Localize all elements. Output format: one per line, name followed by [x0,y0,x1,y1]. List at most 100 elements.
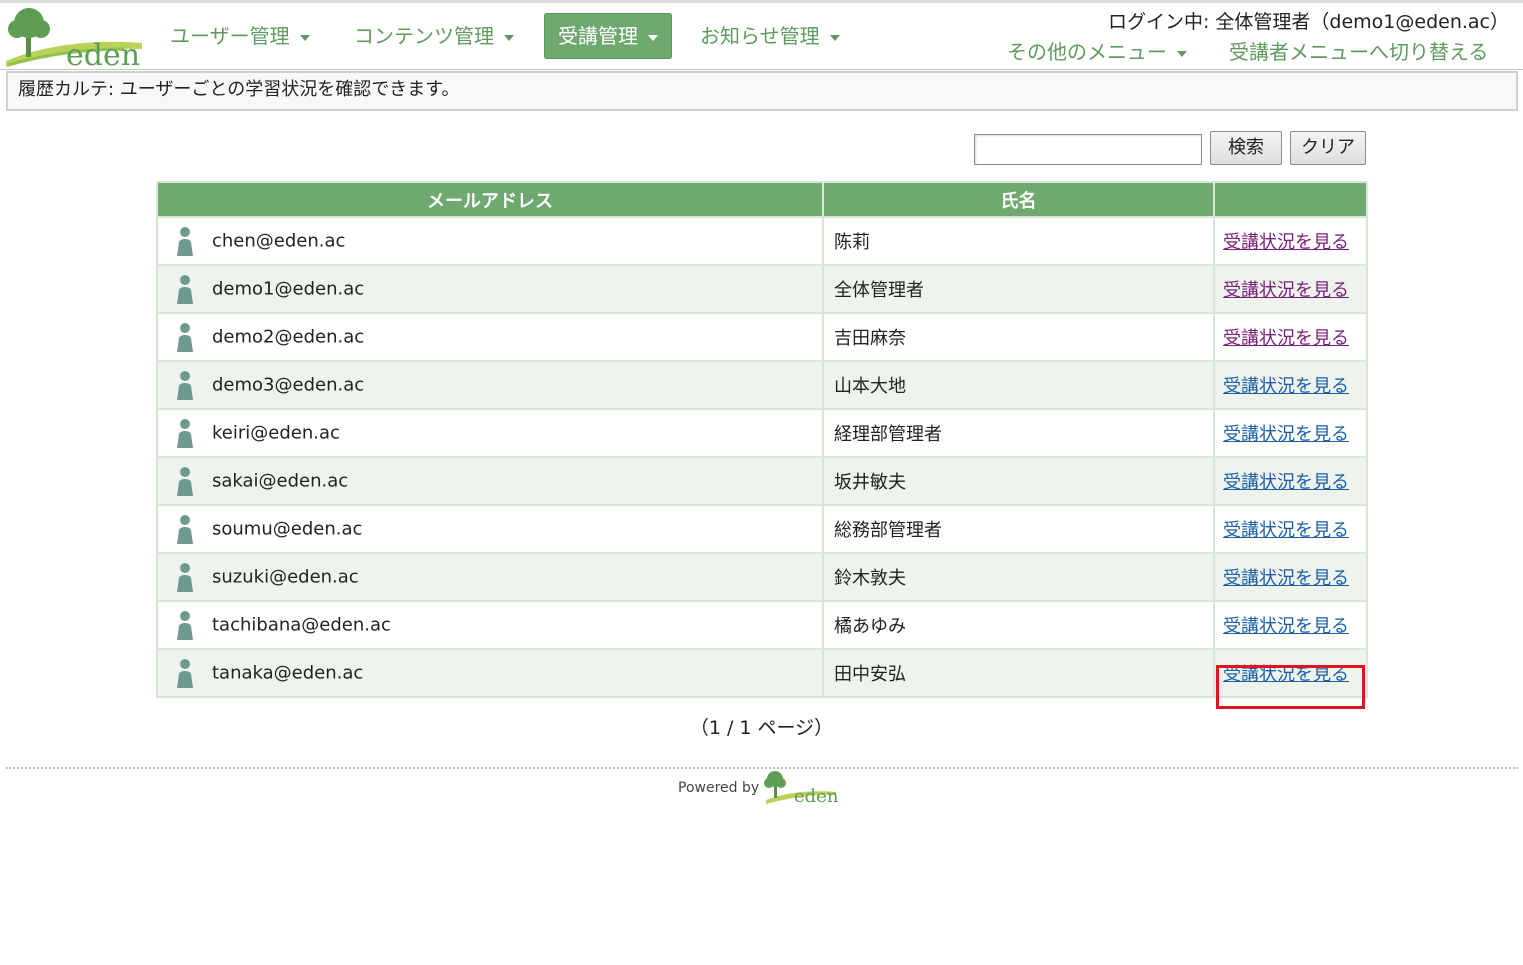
caret-down-icon [829,34,840,41]
name-cell: 山本大地 [822,360,1215,410]
table-row: chen@eden.ac 陈莉 受講状況を見る [156,216,1368,266]
name-cell: 全体管理者 [822,264,1215,314]
view-status-link[interactable]: 受講状況を見る [1223,376,1349,397]
search-input[interactable] [974,134,1202,165]
email-text: sakai@eden.ac [212,470,349,492]
email-text: suzuki@eden.ac [212,566,359,588]
email-text: keiri@eden.ac [212,422,340,444]
email-text: chen@eden.ac [212,230,346,252]
email-text: demo3@eden.ac [212,374,365,396]
powered-by-text: Powered by [678,780,760,796]
info-bar: 履歴カルテ: ユーザーごとの学習状況を確認できます。 [6,71,1518,111]
view-status-link[interactable]: 受講状況を見る [1223,568,1349,589]
email-cell: suzuki@eden.ac [156,552,824,602]
table-row: tachibana@eden.ac 橘あゆみ 受講状況を見る [156,600,1368,650]
clear-button[interactable]: クリア [1290,131,1366,165]
email-text: tachibana@eden.ac [212,614,391,636]
email-cell: keiri@eden.ac [156,408,824,458]
name-cell: 橘あゆみ [822,600,1215,650]
header: eden ユーザー管理 コンテンツ管理 受講管理 お知らせ管理 ログイン中: 全… [0,3,1523,73]
nav-user-management[interactable]: ユーザー管理 [170,13,310,59]
name-cell: 総務部管理者 [822,504,1215,554]
search-button[interactable]: 検索 [1210,131,1282,165]
eden-small-logo-icon: eden [764,771,838,806]
action-cell: 受講状況を見る [1213,408,1368,458]
nav-course-management[interactable]: 受講管理 [544,13,672,59]
view-status-link[interactable]: 受講状況を見る [1223,472,1349,493]
email-cell: soumu@eden.ac [156,504,824,554]
name-cell: 吉田麻奈 [822,312,1215,362]
nav-notice-management[interactable]: お知らせ管理 [700,13,840,59]
table-header-row: メールアドレス 氏名 [156,181,1368,218]
action-cell: 受講状況を見る [1213,504,1368,554]
tree-logo-icon: eden [6,8,142,73]
action-cell: 受講状況を見る [1213,216,1368,266]
view-status-link[interactable]: 受講状況を見る [1223,232,1349,253]
footer-divider [6,767,1518,769]
email-cell: demo3@eden.ac [156,360,824,410]
caret-down-icon [648,34,658,41]
email-text: demo2@eden.ac [212,326,365,348]
table-row: demo1@eden.ac 全体管理者 受講状況を見る [156,264,1368,314]
action-cell: 受講状況を見る [1213,312,1368,362]
caret-down-icon [1177,50,1187,57]
view-status-link[interactable]: 受講状況を見る [1223,424,1349,445]
person-icon [177,275,193,304]
view-status-link[interactable]: 受講状況を見る [1223,280,1349,301]
email-text: soumu@eden.ac [212,518,363,540]
email-cell: tachibana@eden.ac [156,600,824,650]
nav-label: お知らせ管理 [700,24,820,48]
powered-by-eden: Powered by eden [678,770,838,806]
person-icon [177,515,193,544]
person-icon [177,323,193,352]
table-row: demo2@eden.ac 吉田麻奈 受講状況を見る [156,312,1368,362]
eden-logo[interactable]: eden [4,5,144,73]
email-cell: tanaka@eden.ac [156,648,824,698]
other-menu[interactable]: その他のメニュー [1007,36,1187,65]
header-divider [0,69,1523,70]
name-cell: 陈莉 [822,216,1215,266]
name-cell: 鈴木敦夫 [822,552,1215,602]
action-cell: 受講状況を見る [1213,360,1368,410]
column-header-action [1213,181,1368,218]
table-row: keiri@eden.ac 経理部管理者 受講状況を見る [156,408,1368,458]
view-status-link[interactable]: 受講状況を見る [1223,520,1349,541]
pager: （1 / 1 ページ） [689,717,834,739]
nav-label: 受講管理 [558,24,638,48]
other-menu-label: その他のメニュー [1007,40,1167,64]
svg-text:eden: eden [794,786,838,806]
table-row: soumu@eden.ac 総務部管理者 受講状況を見る [156,504,1368,554]
svg-text:eden: eden [66,38,140,69]
action-cell: 受講状況を見る [1213,456,1368,506]
name-cell: 田中安弘 [822,648,1215,698]
action-cell: 受講状況を見る [1213,648,1368,698]
email-text: tanaka@eden.ac [212,662,364,684]
person-icon [177,611,193,640]
column-header-name[interactable]: 氏名 [822,181,1215,218]
person-icon [177,659,193,688]
name-cell: 経理部管理者 [822,408,1215,458]
column-header-email[interactable]: メールアドレス [156,181,824,218]
email-text: demo1@eden.ac [212,278,365,300]
nav-content-management[interactable]: コンテンツ管理 [354,13,514,59]
action-cell: 受講状況を見る [1213,600,1368,650]
view-status-link[interactable]: 受講状況を見る [1223,664,1349,685]
caret-down-icon [299,34,310,41]
table-row: sakai@eden.ac 坂井敏夫 受講状況を見る [156,456,1368,506]
person-icon [177,371,193,400]
view-status-link[interactable]: 受講状況を見る [1223,616,1349,637]
caret-down-icon [504,34,514,41]
user-table: メールアドレス 氏名 chen@eden.ac 陈莉 受講状況を見る demo1@ed… [156,181,1368,698]
view-status-link[interactable]: 受講状況を見る [1223,328,1349,349]
nav-label: ユーザー管理 [170,24,290,48]
person-icon [177,227,193,256]
nav-label: コンテンツ管理 [354,24,494,48]
name-cell: 坂井敏夫 [822,456,1215,506]
login-info: ログイン中: 全体管理者（demo1@eden.ac） [1107,11,1509,33]
email-cell: chen@eden.ac [156,216,824,266]
action-cell: 受講状況を見る [1213,552,1368,602]
switch-to-learner-menu[interactable]: 受講者メニューへ切り替える [1229,36,1488,65]
table-row: demo3@eden.ac 山本大地 受講状況を見る [156,360,1368,410]
action-cell: 受講状況を見る [1213,264,1368,314]
email-cell: demo1@eden.ac [156,264,824,314]
